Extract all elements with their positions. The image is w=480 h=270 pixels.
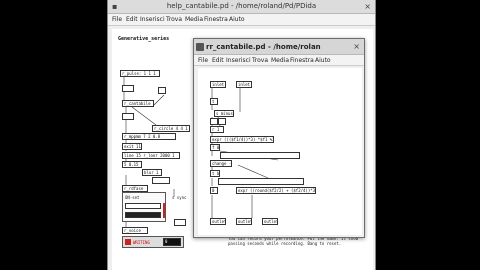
menu-file[interactable]: File — [198, 57, 208, 64]
menu-inserisci[interactable]: Inserisci — [226, 57, 251, 64]
menubar: File Edit Inserisci Trova Media Finestra… — [108, 14, 375, 26]
menu-aiuto[interactable]: Aiuto — [315, 57, 331, 64]
window-title: help_cantabile.pd - /home/roland/Pd/PDid… — [166, 2, 317, 10]
obj-change[interactable]: change -1 — [210, 160, 232, 167]
obj-five[interactable]: 5 0.15 — [122, 161, 142, 168]
obj-r-voice[interactable]: r_voice — [122, 227, 148, 234]
number-box[interactable] — [122, 85, 134, 92]
menubar: File Edit Inserisci Trova Media Finestra… — [194, 55, 364, 66]
window-title: rr_cantabile.pd - /home/rolan — [206, 43, 321, 51]
obj-outlet-1[interactable]: outlet — [210, 218, 226, 225]
rr-cantabile-window: rr_cantabile.pd - /home/rolan × File Edi… — [193, 38, 365, 238]
status-label: WRITING — [133, 240, 150, 245]
window-menu-icon[interactable]: ▪ — [112, 2, 117, 11]
record-panel[interactable]: WRITING 0 — [122, 236, 184, 248]
menu-media[interactable]: Media — [271, 57, 289, 64]
patch-heading: Generative_series — [118, 36, 170, 42]
number-box[interactable] — [210, 118, 218, 125]
slider-marker — [163, 203, 165, 218]
obj-blur[interactable]: blur 1 — [142, 169, 162, 176]
obj-small[interactable] — [174, 219, 186, 226]
number-box[interactable] — [218, 178, 304, 185]
obj-r-pulse[interactable]: r_pulse: 1 1 1 — [120, 70, 160, 77]
menu-trova[interactable]: Trova — [252, 57, 268, 64]
obj-line[interactable]: line 15 r_loor 2000 1 — [122, 152, 180, 159]
obj-r-mppmm[interactable]: r_mppmm 7 2 0.8 — [122, 133, 176, 140]
obj-outlet-3[interactable]: outlet — [262, 218, 278, 225]
obj-f[interactable]: f 0 — [210, 144, 220, 151]
obj-r-circle[interactable]: r_circle 4 4 1 — [152, 125, 190, 132]
menu-finestra[interactable]: Finestra — [290, 57, 314, 64]
app-icon — [196, 43, 204, 51]
side-label: s sync — [172, 195, 187, 200]
obj-inlet-left[interactable]: inlet — [210, 81, 226, 88]
status-value: 0 — [163, 238, 181, 246]
number-box[interactable] — [152, 177, 170, 184]
record-toggle[interactable] — [125, 239, 131, 245]
obj-t-b[interactable]: t b — [210, 98, 218, 105]
patch-canvas[interactable]: inlet inlet t b s minus r 1 expr ((($f1/… — [198, 68, 362, 235]
gui-panel[interactable]: ON-set — [122, 192, 166, 222]
slider[interactable] — [125, 203, 161, 209]
obj-t-fb[interactable]: t b — [210, 170, 220, 177]
menu-finestra[interactable]: Finestra — [204, 16, 228, 23]
obj-expr-1[interactable]: expr ((($f1/4))*3) *$f1 %2 — [210, 136, 274, 143]
menu-inserisci[interactable]: Inserisci — [140, 16, 165, 23]
menu-edit[interactable]: Edit — [212, 57, 224, 64]
obj-r-block[interactable]: r 1 — [210, 126, 224, 133]
obj-outlet-2[interactable]: outlet — [236, 218, 252, 225]
number-box[interactable] — [158, 87, 166, 94]
menu-edit[interactable]: Edit — [126, 16, 138, 23]
menu-media[interactable]: Media — [185, 16, 203, 23]
obj-inlet-right[interactable]: inlet — [236, 81, 252, 88]
close-icon[interactable]: × — [353, 42, 360, 51]
number-box[interactable] — [218, 118, 226, 125]
close-icon[interactable]: × — [364, 2, 371, 11]
obj-s-minus[interactable]: s minus — [214, 110, 234, 117]
gui-label: ON-set — [125, 195, 140, 200]
window-titlebar[interactable]: rr_cantabile.pd - /home/rolan × — [194, 39, 364, 55]
menu-file[interactable]: File — [112, 16, 122, 23]
obj-exit[interactable]: exit 11 — [122, 143, 142, 150]
obj-r-cantabile[interactable]: r_cantabile — [122, 100, 154, 107]
menu-trova[interactable]: Trova — [166, 16, 182, 23]
slider-filled[interactable] — [125, 212, 161, 218]
obj-zero[interactable]: 0 — [210, 187, 218, 194]
number-box[interactable] — [220, 152, 300, 159]
obj-expr-2[interactable]: expr ((round($f2/2) + ($f2/4))*3) %7 — [236, 187, 316, 194]
menu-aiuto[interactable]: Aiuto — [229, 16, 245, 23]
obj-r-rdfase[interactable]: r_rdfase — [122, 185, 148, 192]
window-titlebar[interactable]: help_cantabile.pd - /home/roland/Pd/PDid… — [108, 0, 375, 14]
number-box[interactable] — [122, 113, 134, 120]
